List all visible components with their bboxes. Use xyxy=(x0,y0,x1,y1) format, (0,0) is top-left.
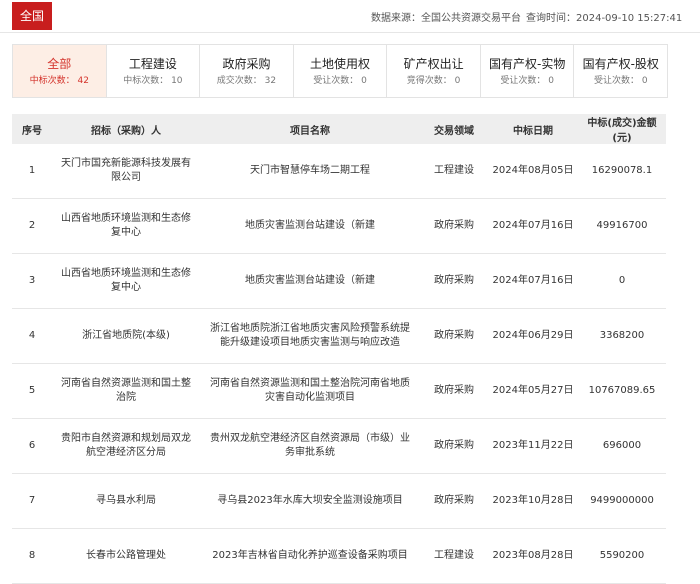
header-tenderer: 招标（采购）人 xyxy=(91,125,161,137)
row-award-date: 2024年07月16日 xyxy=(492,220,574,231)
tab-name: 国有产权-实物 xyxy=(489,57,566,71)
row-project-name: 贵州双龙航空港经济区自然资源局（市级）业务审批系统 xyxy=(210,433,410,458)
tab-mining-rights[interactable]: 矿产权出让 竞得次数： 0 xyxy=(387,45,481,97)
tab-count: 受让次数： 0 xyxy=(593,76,648,86)
table-header: 序号 招标（采购）人 项目名称 交易领域 中标日期 中标(成交)金额(元) xyxy=(12,114,666,144)
tab-count: 中标次数： 10 xyxy=(123,76,183,86)
row-amount: 49916700 xyxy=(596,220,648,231)
row-amount: 0 xyxy=(618,275,626,286)
tab-count: 成交次数： 32 xyxy=(216,76,277,86)
table-body: 1 天门市国充新能源科技发展有限公司 天门市智慧停车场二期工程 工程建设 2024年08… xyxy=(12,144,666,584)
query-time-value: 2024-09-10 15:27:41 xyxy=(576,13,683,24)
tab-government-procurement[interactable]: 政府采购 成交次数： 32 xyxy=(200,45,294,97)
category-tabs: 全部 中标次数： 42 工程建设 中标次数： 10 政府采购 成交次数： 32 … xyxy=(12,44,668,98)
row-index: 4 xyxy=(28,330,36,341)
row-index: 5 xyxy=(28,385,36,396)
row-tenderer: 天门市国充新能源科技发展有限公司 xyxy=(61,158,191,183)
tab-name: 政府采购 xyxy=(222,57,271,71)
tab-count: 受让次数： 0 xyxy=(500,76,554,86)
row-index: 1 xyxy=(28,165,36,176)
header-amount: 中标(成交)金额(元) xyxy=(587,118,657,144)
header-award-date: 中标日期 xyxy=(513,125,553,137)
header-trade-field: 交易领域 xyxy=(434,125,474,137)
row-project-name: 浙江省地质院浙江省地质灾害风险预警系统提能升级建设项目地质灾害监测与响应改造 xyxy=(210,323,410,348)
data-source-label: 数据来源： xyxy=(371,13,421,24)
row-award-date: 2024年08月05日 xyxy=(492,165,574,176)
row-project-name: 寻乌县2023年水库大坝安全监测设施项目 xyxy=(217,495,403,506)
row-award-date: 2023年08月28日 xyxy=(492,550,574,561)
row-project-name: 地质灾害监测台站建设（新建 xyxy=(245,220,375,231)
table-row[interactable]: 6 贵阳市自然资源和规划局双龙航空港经济区分局 贵州双龙航空港经济区自然资源局（市级… xyxy=(12,419,666,474)
tab-name: 矿产权出让 xyxy=(403,57,464,71)
row-trade-field: 政府采购 xyxy=(434,330,474,341)
data-source-value: 全国公共资源交易平台 xyxy=(421,13,521,24)
tab-engineering[interactable]: 工程建设 中标次数： 10 xyxy=(107,45,201,97)
tab-count: 受让次数： 0 xyxy=(313,76,367,86)
header-index: 序号 xyxy=(22,125,42,137)
tab-state-property-physical[interactable]: 国有产权-实物 受让次数： 0 xyxy=(481,45,575,97)
row-project-name: 地质灾害监测台站建设（新建 xyxy=(245,275,375,286)
table-row[interactable]: 1 天门市国充新能源科技发展有限公司 天门市智慧停车场二期工程 工程建设 2024年08… xyxy=(12,144,666,199)
row-award-date: 2024年06月29日 xyxy=(492,330,574,341)
table-row[interactable]: 2 山西省地质环境监测和生态修复中心 地质灾害监测台站建设（新建 政府采购 2024年0… xyxy=(12,199,666,254)
row-trade-field: 工程建设 xyxy=(434,165,474,176)
row-tenderer: 河南省自然资源监测和国土整治院 xyxy=(61,378,191,403)
row-amount: 10767089.65 xyxy=(588,385,656,396)
tab-count: 竞得次数： 0 xyxy=(406,76,461,86)
row-index: 2 xyxy=(28,220,36,231)
row-trade-field: 政府采购 xyxy=(434,385,474,396)
tab-name: 全部 xyxy=(47,57,72,71)
query-time-label: 查询时间： xyxy=(526,13,576,24)
row-project-name: 天门市智慧停车场二期工程 xyxy=(250,165,370,176)
row-amount: 3368200 xyxy=(599,330,645,341)
row-amount: 696000 xyxy=(602,440,642,451)
row-project-name: 河南省自然资源监测和国土整治院河南省地质灾害自动化监测项目 xyxy=(210,378,410,403)
tab-count: 中标次数： 42 xyxy=(29,76,89,86)
region-button[interactable]: 全国 xyxy=(12,2,52,30)
row-trade-field: 政府采购 xyxy=(434,220,474,231)
row-project-name: 2023年吉林省自动化养护巡查设备采购项目 xyxy=(212,550,408,561)
row-tenderer: 浙江省地质院(本级) xyxy=(82,330,170,341)
row-trade-field: 政府采购 xyxy=(434,440,474,451)
tab-name: 国有产权-股权 xyxy=(582,57,659,71)
query-time: 查询时间：2024-09-10 15:27:41 xyxy=(526,9,682,24)
row-award-date: 2024年07月16日 xyxy=(492,275,574,286)
tab-name: 土地使用权 xyxy=(310,57,371,71)
row-tenderer: 寻乌县水利局 xyxy=(96,495,156,506)
row-trade-field: 政府采购 xyxy=(434,495,474,506)
row-trade-field: 工程建设 xyxy=(434,550,474,561)
row-index: 3 xyxy=(28,275,36,286)
row-award-date: 2023年11月22日 xyxy=(492,440,574,451)
row-award-date: 2023年10月28日 xyxy=(492,495,574,506)
row-tenderer: 贵阳市自然资源和规划局双龙航空港经济区分局 xyxy=(61,433,191,458)
tab-state-property-equity[interactable]: 国有产权-股权 受让次数： 0 xyxy=(574,45,667,97)
header-project-name: 项目名称 xyxy=(290,125,330,137)
row-index: 6 xyxy=(28,440,36,451)
tab-all[interactable]: 全部 中标次数： 42 xyxy=(13,45,107,97)
row-award-date: 2024年05月27日 xyxy=(492,385,574,396)
table-row[interactable]: 4 浙江省地质院(本级) 浙江省地质院浙江省地质灾害风险预警系统提能升级建设项目地质… xyxy=(12,309,666,364)
table-row[interactable]: 7 寻乌县水利局 寻乌县2023年水库大坝安全监测设施项目 政府采购 2023年10月2… xyxy=(12,474,666,529)
tab-land-use-rights[interactable]: 土地使用权 受让次数： 0 xyxy=(294,45,388,97)
tab-name: 工程建设 xyxy=(128,57,177,71)
row-trade-field: 政府采购 xyxy=(434,275,474,286)
top-bar: 全国 数据来源：全国公共资源交易平台 查询时间：2024-09-10 15:27… xyxy=(0,0,700,33)
data-source: 数据来源：全国公共资源交易平台 xyxy=(371,9,521,24)
row-tenderer: 山西省地质环境监测和生态修复中心 xyxy=(61,213,191,238)
row-tenderer: 长春市公路管理处 xyxy=(86,550,166,561)
table-row[interactable]: 5 河南省自然资源监测和国土整治院 河南省自然资源监测和国土整治院河南省地质灾害自动… xyxy=(12,364,666,419)
row-index: 8 xyxy=(28,550,36,561)
row-amount: 16290078.1 xyxy=(591,165,653,176)
row-amount: 5590200 xyxy=(599,550,645,561)
table-row[interactable]: 3 山西省地质环境监测和生态修复中心 地质灾害监测台站建设（新建 政府采购 2024年0… xyxy=(12,254,666,309)
table-row[interactable]: 8 长春市公路管理处 2023年吉林省自动化养护巡查设备采购项目 工程建设 2023年0… xyxy=(12,529,666,584)
row-amount: 9499000000 xyxy=(590,495,654,506)
row-tenderer: 山西省地质环境监测和生态修复中心 xyxy=(61,268,191,293)
row-index: 7 xyxy=(28,495,36,506)
